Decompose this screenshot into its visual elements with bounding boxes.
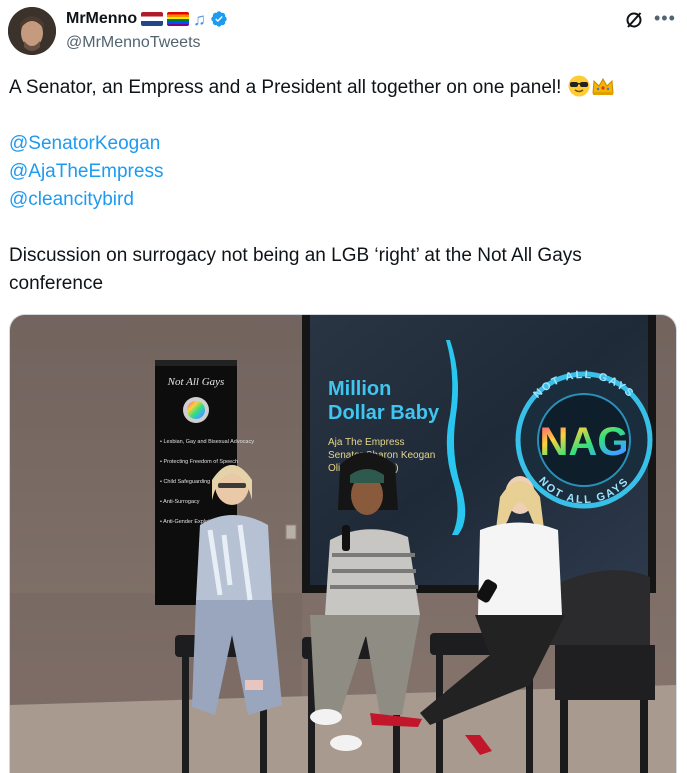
- tweet-line-1: A Senator, an Empress and a President al…: [9, 74, 669, 102]
- music-note-icon: ♫: [193, 9, 206, 29]
- mention-link[interactable]: @cleancitybird: [9, 186, 669, 214]
- crown-emoji-icon: [592, 77, 614, 95]
- author-handle[interactable]: @MrMennoTweets: [66, 34, 201, 52]
- avatar-face: [8, 7, 56, 55]
- more-options-icon[interactable]: •••: [654, 8, 676, 29]
- tweet-photo[interactable]: Million Dollar Baby Aja The Empress Sena…: [9, 314, 677, 773]
- tweet-text: A Senator, an Empress and a President al…: [9, 74, 669, 298]
- tweet-line-2: Discussion on surrogacy not being an LGB…: [9, 245, 582, 294]
- screen-speaker-1: Aja The Empress: [328, 437, 405, 448]
- mention-link[interactable]: @SenatorKeogan: [9, 130, 669, 158]
- banner-item: • Child Safeguarding: [160, 479, 210, 485]
- author-avatar[interactable]: [8, 7, 56, 55]
- tweet-line-1-text: A Senator, an Empress and a President al…: [9, 77, 562, 98]
- logo-text-mid: NAG: [540, 420, 629, 464]
- author-display-name[interactable]: MrMenno: [66, 10, 137, 28]
- grok-icon[interactable]: [624, 10, 644, 30]
- banner-item: • Lesbian, Gay and Bisexual Advocacy: [160, 439, 254, 445]
- netherlands-flag-icon: [141, 12, 164, 26]
- banner-item: • Anti-Surrogacy: [160, 499, 200, 505]
- banner-item: • Protecting Freedom of Speech: [160, 459, 238, 465]
- verified-icon[interactable]: [210, 10, 228, 28]
- pride-flag-icon: [167, 12, 190, 26]
- panel-photo-scene: Million Dollar Baby Aja The Empress Sena…: [10, 315, 676, 773]
- sunglasses-emoji-icon: [568, 75, 590, 97]
- author-name-row: MrMenno ♫: [66, 10, 228, 28]
- screen-title-line-1: Million: [328, 378, 391, 400]
- mention-link[interactable]: @AjaTheEmpress: [9, 158, 669, 186]
- screen-title-line-2: Dollar Baby: [328, 402, 440, 424]
- banner-title: Not All Gays: [167, 376, 225, 388]
